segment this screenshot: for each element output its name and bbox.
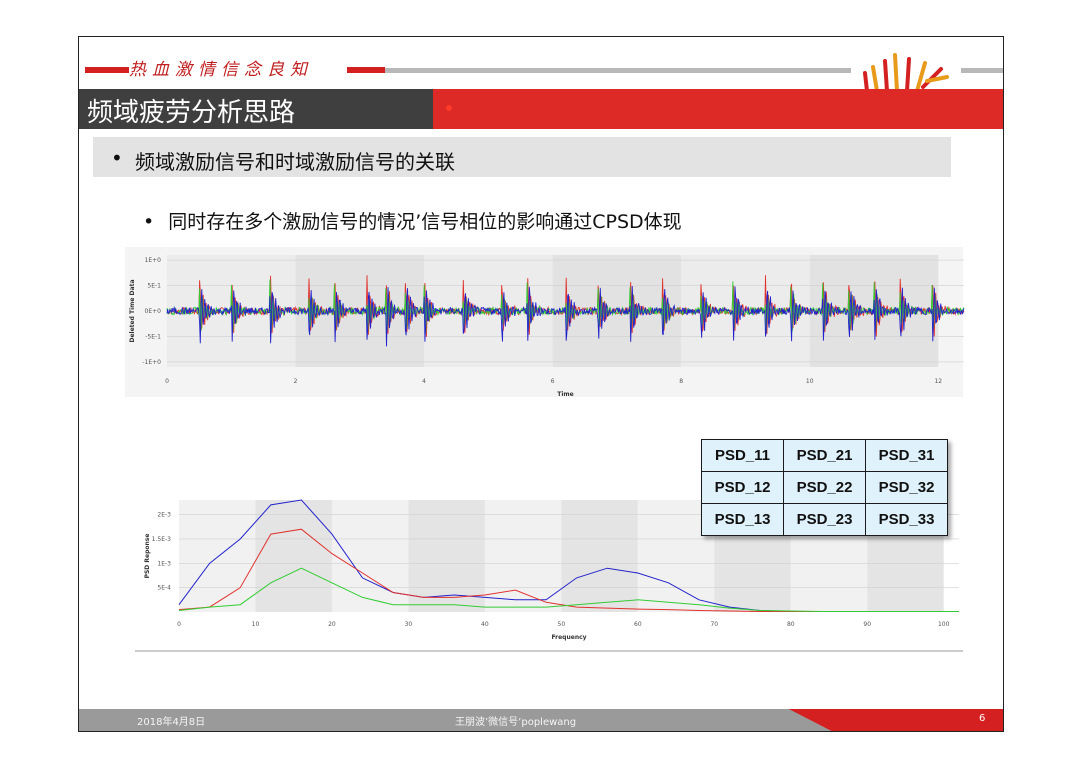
time-chart-x-tick-label: 4 — [422, 378, 426, 385]
psd-cell: PSD_33 — [865, 503, 948, 536]
psd-chart-y-tick-label: 2E-3 — [157, 512, 171, 519]
time-chart-x-tick-label: 0 — [165, 378, 169, 385]
time-chart-y-tick-label: -1E+0 — [142, 359, 161, 366]
time-chart-x-tick-label: 10 — [806, 378, 814, 385]
slide: 热血激情信念良知 频域疲劳分析思路 • 频域激励信号和时域激励信号的关联 • 同时… — [78, 36, 1004, 732]
psd-cell: PSD_13 — [701, 503, 784, 536]
psd-chart-x-tick-label: 20 — [328, 621, 336, 628]
charts-canvas: 1E+0 5E-1 0E+0 -5E-1 -1E+0 0 2 4 6 8 10 12 Time Delet… — [125, 247, 965, 652]
table-row: PSD_12 PSD_22 PSD_32 — [701, 471, 948, 504]
psd-cell: PSD_31 — [865, 439, 948, 472]
psd-cell: PSD_21 — [783, 439, 866, 472]
time-chart-x-tick-label: 6 — [551, 378, 555, 385]
psd-chart-y-tick-label: 1E-3 — [157, 560, 171, 567]
psd-chart-x-tick-label: 30 — [405, 621, 413, 628]
psd-chart-y-tick-label: 5E-4 — [157, 585, 171, 592]
time-chart-x-tick-label: 2 — [294, 378, 298, 385]
psd-chart-x-tick-label: 60 — [634, 621, 642, 628]
psd-chart-x-axis-label: Frequency — [551, 634, 586, 641]
table-row: PSD_11 PSD_21 PSD_31 — [701, 439, 948, 472]
psd-chart-x-tick-label: 40 — [481, 621, 489, 628]
psd-chart-x-tick-label: 10 — [252, 621, 260, 628]
footer-date: 2018年4月8日 — [137, 717, 206, 728]
psd-cell: PSD_22 — [783, 471, 866, 504]
psd-chart-band — [331, 500, 409, 612]
psd-chart-y-axis-label: PSD Reponse — [144, 534, 151, 579]
psd-chart-x-tick-label: 50 — [558, 621, 566, 628]
time-chart-y-axis-label: Deleted Time Data — [129, 279, 136, 342]
footer-author: 王朋波’微信号’poplewang — [455, 717, 577, 728]
psd-cell: PSD_32 — [865, 471, 948, 504]
psd-chart-band — [255, 500, 332, 612]
psd-chart-band — [484, 500, 562, 612]
psd-chart-x-tick-label: 0 — [177, 621, 181, 628]
psd-cell: PSD_11 — [701, 439, 784, 472]
psd-chart-x-tick-label: 90 — [863, 621, 871, 628]
psd-chart-x-tick-label: 100 — [938, 621, 950, 628]
table-row: PSD_13 PSD_23 PSD_33 — [701, 503, 948, 536]
psd-chart-x-tick-label: 70 — [710, 621, 718, 628]
psd-matrix-table: PSD_11 PSD_21 PSD_31 PSD_12 PSD_22 PSD_3… — [701, 439, 948, 536]
time-chart-y-tick-label: -5E-1 — [145, 333, 161, 340]
time-chart-y-tick-label: 0E+0 — [145, 308, 162, 315]
psd-chart-band — [561, 500, 638, 612]
psd-cell: PSD_23 — [783, 503, 866, 536]
psd-chart-x-tick-label: 80 — [787, 621, 795, 628]
footer-bar: 2018年4月8日 王朋波’微信号’poplewang 6 — [79, 709, 1003, 731]
psd-chart-band — [179, 500, 256, 612]
time-chart-y-tick-label: 1E+0 — [145, 257, 162, 264]
psd-chart-y-tick-label: 1.5E-3 — [152, 536, 171, 543]
time-chart-x-axis-label: Time — [557, 391, 573, 398]
page-number: 6 — [979, 713, 986, 724]
time-chart-y-tick-label: 5E-1 — [147, 283, 161, 290]
psd-cell: PSD_12 — [701, 471, 784, 504]
time-chart-x-tick-label: 8 — [679, 378, 683, 385]
time-chart-x-tick-label: 12 — [934, 378, 942, 385]
